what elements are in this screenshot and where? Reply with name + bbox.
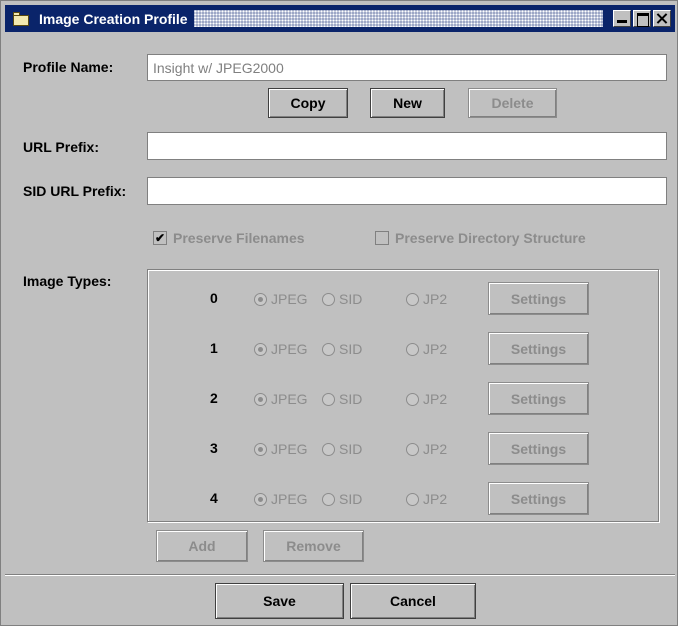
remove-button[interactable]: Remove bbox=[263, 530, 364, 562]
image-type-index: 1 bbox=[210, 340, 218, 356]
jp2-radio-label: JP2 bbox=[423, 391, 448, 407]
window-title: Image Creation Profile bbox=[39, 10, 188, 27]
settings-button[interactable]: Settings bbox=[488, 382, 589, 415]
image-type-index: 0 bbox=[210, 290, 218, 306]
maximize-icon[interactable] bbox=[633, 10, 651, 27]
jpeg-radio[interactable]: JPEG bbox=[254, 491, 308, 507]
save-button[interactable]: Save bbox=[215, 583, 344, 619]
jpeg-radio-label: JPEG bbox=[271, 441, 308, 457]
minimize-icon[interactable] bbox=[613, 10, 631, 27]
radio-unselected-icon bbox=[406, 292, 419, 306]
image-types-label: Image Types: bbox=[23, 273, 112, 289]
settings-button[interactable]: Settings bbox=[488, 432, 589, 465]
url-prefix-label: URL Prefix: bbox=[23, 139, 99, 155]
image-type-row: 1 JPEG SID JP2 Settings bbox=[148, 332, 658, 366]
sid-radio-label: SID bbox=[339, 491, 363, 507]
new-button[interactable]: New bbox=[370, 88, 445, 118]
jp2-radio-label: JP2 bbox=[423, 341, 448, 357]
radio-unselected-icon bbox=[322, 392, 335, 406]
radio-unselected-icon bbox=[322, 292, 335, 306]
delete-button[interactable]: Delete bbox=[468, 88, 557, 118]
add-button[interactable]: Add bbox=[156, 530, 248, 562]
jpeg-radio-label: JPEG bbox=[271, 491, 308, 507]
image-creation-profile-window: Image Creation Profile Profile Name: Ins… bbox=[0, 0, 678, 626]
checkbox-unchecked-icon bbox=[375, 231, 389, 245]
image-type-index: 2 bbox=[210, 390, 218, 406]
copy-button[interactable]: Copy bbox=[268, 88, 348, 118]
sid-radio[interactable]: SID bbox=[322, 291, 362, 307]
footer-divider bbox=[5, 574, 675, 576]
radio-unselected-icon bbox=[406, 342, 419, 356]
radio-unselected-icon bbox=[322, 492, 335, 506]
sid-radio[interactable]: SID bbox=[322, 491, 362, 507]
jpeg-radio[interactable]: JPEG bbox=[254, 441, 308, 457]
radio-selected-icon bbox=[254, 342, 267, 356]
image-type-row: 2 JPEG SID JP2 Settings bbox=[148, 382, 658, 416]
profile-name-field[interactable]: Insight w/ JPEG2000 bbox=[147, 54, 667, 81]
jp2-radio-label: JP2 bbox=[423, 491, 448, 507]
settings-button[interactable]: Settings bbox=[488, 482, 589, 515]
image-type-index: 4 bbox=[210, 490, 218, 506]
url-prefix-field[interactable] bbox=[147, 132, 667, 160]
jp2-radio[interactable]: JP2 bbox=[406, 341, 447, 357]
sid-radio-label: SID bbox=[339, 441, 363, 457]
profile-name-label: Profile Name: bbox=[23, 59, 114, 75]
jpeg-radio-label: JPEG bbox=[271, 291, 308, 307]
jp2-radio-label: JP2 bbox=[423, 441, 448, 457]
sid-url-prefix-label: SID URL Prefix: bbox=[23, 183, 127, 199]
sid-url-prefix-field[interactable] bbox=[147, 177, 667, 205]
jp2-radio-label: JP2 bbox=[423, 291, 448, 307]
jp2-radio[interactable]: JP2 bbox=[406, 441, 447, 457]
preserve-filenames-label: Preserve Filenames bbox=[173, 230, 305, 246]
jp2-radio[interactable]: JP2 bbox=[406, 491, 447, 507]
preserve-filenames-checkbox[interactable]: ✔ Preserve Filenames bbox=[153, 230, 305, 246]
radio-unselected-icon bbox=[406, 492, 419, 506]
radio-unselected-icon bbox=[322, 342, 335, 356]
settings-button[interactable]: Settings bbox=[488, 282, 589, 315]
image-type-row: 0 JPEG SID JP2 Settings bbox=[148, 282, 658, 316]
settings-button[interactable]: Settings bbox=[488, 332, 589, 365]
radio-unselected-icon bbox=[406, 442, 419, 456]
sid-radio-label: SID bbox=[339, 391, 363, 407]
sid-radio[interactable]: SID bbox=[322, 391, 362, 407]
image-type-row: 3 JPEG SID JP2 Settings bbox=[148, 432, 658, 466]
preserve-directory-structure-label: Preserve Directory Structure bbox=[395, 230, 586, 246]
title-bar[interactable]: Image Creation Profile bbox=[5, 5, 675, 32]
radio-selected-icon bbox=[254, 392, 267, 406]
cancel-button[interactable]: Cancel bbox=[350, 583, 476, 619]
close-icon[interactable] bbox=[653, 10, 671, 27]
radio-selected-icon bbox=[254, 442, 267, 456]
profile-name-value: Insight w/ JPEG2000 bbox=[153, 59, 284, 76]
title-bar-pattern bbox=[193, 10, 603, 27]
jpeg-radio[interactable]: JPEG bbox=[254, 291, 308, 307]
jpeg-radio-label: JPEG bbox=[271, 391, 308, 407]
checkbox-checked-icon: ✔ bbox=[153, 231, 167, 245]
jpeg-radio[interactable]: JPEG bbox=[254, 391, 308, 407]
image-types-panel: 0 JPEG SID JP2 Settings 1 JPEG SID JP2 S… bbox=[147, 269, 659, 522]
jpeg-radio[interactable]: JPEG bbox=[254, 341, 308, 357]
image-type-row: 4 JPEG SID JP2 Settings bbox=[148, 482, 658, 516]
sid-radio[interactable]: SID bbox=[322, 441, 362, 457]
jp2-radio[interactable]: JP2 bbox=[406, 291, 447, 307]
radio-unselected-icon bbox=[322, 442, 335, 456]
sid-radio[interactable]: SID bbox=[322, 341, 362, 357]
preserve-directory-structure-checkbox[interactable]: Preserve Directory Structure bbox=[375, 230, 586, 246]
image-type-index: 3 bbox=[210, 440, 218, 456]
folder-icon bbox=[13, 11, 31, 26]
jpeg-radio-label: JPEG bbox=[271, 341, 308, 357]
radio-selected-icon bbox=[254, 292, 267, 306]
radio-selected-icon bbox=[254, 492, 267, 506]
sid-radio-label: SID bbox=[339, 341, 363, 357]
sid-radio-label: SID bbox=[339, 291, 363, 307]
radio-unselected-icon bbox=[406, 392, 419, 406]
jp2-radio[interactable]: JP2 bbox=[406, 391, 447, 407]
